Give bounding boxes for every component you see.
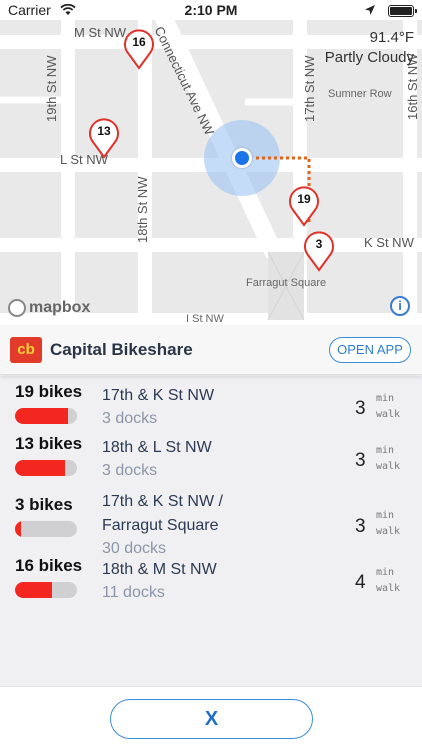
walk-unit-min: min: [376, 393, 395, 404]
walk-unit: min walk: [376, 443, 400, 475]
station-marker[interactable]: 19: [287, 183, 321, 227]
bike-count: 13 bikes: [15, 434, 83, 453]
dock-count: 3 docks: [102, 410, 158, 427]
walk-unit-min: min: [376, 445, 395, 456]
dock-count: 3 docks: [102, 462, 158, 479]
map-view[interactable]: M St NW Connecticut Ave NW 19th St NW 17…: [0, 20, 422, 325]
walk-minutes: 3: [355, 516, 366, 537]
list-item[interactable]: 16 bikes 18th & M St NW 11 docks 4 min wa…: [0, 556, 422, 606]
bike-count: 19 bikes: [15, 382, 83, 401]
station-name: 17th & K St NW: [102, 387, 215, 404]
weather-temperature: 91.4°F: [369, 29, 414, 46]
status-bar: Carrier 2:10 PM: [0, 0, 422, 20]
walk-minutes: 3: [355, 398, 366, 419]
walk-minutes: 3: [355, 450, 366, 471]
bike-availability-bar: [15, 460, 77, 476]
walk-unit-min: min: [376, 567, 395, 578]
weather-condition: Partly Cloudy: [324, 49, 414, 66]
battery-icon: [388, 5, 417, 17]
open-app-button[interactable]: OPEN APP: [329, 337, 411, 363]
dock-count: 11 docks: [102, 584, 165, 601]
footer: X: [0, 686, 422, 750]
bike-availability-fill: [15, 408, 69, 424]
mapbox-logo-icon: [8, 299, 26, 317]
close-button[interactable]: X: [110, 699, 313, 739]
list-item[interactable]: 19 bikes 17th & K St NW 3 docks 3 min wal…: [0, 382, 422, 432]
bike-count: 3 bikes: [15, 495, 73, 514]
station-marker-count: 16: [132, 35, 146, 49]
station-marker[interactable]: 16: [122, 26, 156, 70]
bike-availability-fill: [15, 582, 52, 598]
station-name-line2: Farragut Square: [102, 517, 219, 534]
street-label-farragut: Farragut Square: [246, 277, 327, 289]
bike-availability-bar: [15, 408, 77, 424]
street-label-17th: 17th St NW: [302, 55, 317, 122]
weather-widget: 91.4°F Partly Cloudy: [325, 28, 414, 68]
mapbox-attribution[interactable]: mapbox: [8, 299, 90, 317]
walk-unit-walk: walk: [376, 409, 401, 420]
bike-availability-fill: [15, 460, 66, 476]
bike-count: 16 bikes: [15, 556, 83, 575]
station-list: 19 bikes 17th & K St NW 3 docks 3 min wal…: [0, 376, 422, 686]
location-arrow-icon: [364, 3, 376, 19]
street-label-m-st: M St NW: [74, 25, 126, 40]
station-marker-count: 13: [97, 124, 111, 138]
station-marker-count: 3: [315, 237, 323, 251]
bike-availability-bar: [15, 521, 77, 537]
mapbox-label: mapbox: [29, 299, 91, 316]
street-label-k-st: K St NW: [364, 235, 414, 250]
walk-unit-min: min: [376, 510, 395, 521]
user-location-dot: [232, 148, 252, 168]
street-label-18th: 18th St NW: [135, 176, 150, 243]
status-time: 2:10 PM: [184, 2, 238, 18]
capital-bikeshare-logo-icon: cb: [10, 337, 42, 363]
walk-unit: min walk: [376, 508, 400, 540]
info-icon[interactable]: i: [390, 296, 410, 316]
provider-title: Capital Bikeshare: [50, 340, 193, 359]
walk-unit: min walk: [376, 565, 400, 597]
walk-unit-walk: walk: [376, 583, 401, 594]
station-marker[interactable]: 3: [302, 228, 336, 272]
walk-unit-walk: walk: [376, 526, 401, 537]
list-item[interactable]: 13 bikes 18th & L St NW 3 docks 3 min wal…: [0, 434, 422, 484]
bike-availability-fill: [15, 521, 21, 537]
walk-unit-walk: walk: [376, 461, 401, 472]
walk-minutes: 4: [355, 572, 366, 593]
station-name: 18th & M St NW: [102, 561, 217, 578]
station-name: 17th & K St NW /: [102, 493, 223, 510]
bike-availability-bar: [15, 582, 77, 598]
walk-unit: min walk: [376, 391, 400, 423]
station-marker-count: 19: [297, 192, 311, 206]
street-label-i-st: I St NW: [186, 313, 224, 325]
station-marker[interactable]: 13: [87, 115, 121, 159]
list-item[interactable]: 3 bikes 17th & K St NW / Farragut Square…: [0, 488, 422, 558]
provider-header: cb Capital Bikeshare OPEN APP: [0, 325, 422, 375]
street-label-sumner: Sumner Row: [328, 88, 392, 100]
station-name: 18th & L St NW: [102, 439, 212, 456]
street-label-19th: 19th St NW: [44, 55, 59, 122]
